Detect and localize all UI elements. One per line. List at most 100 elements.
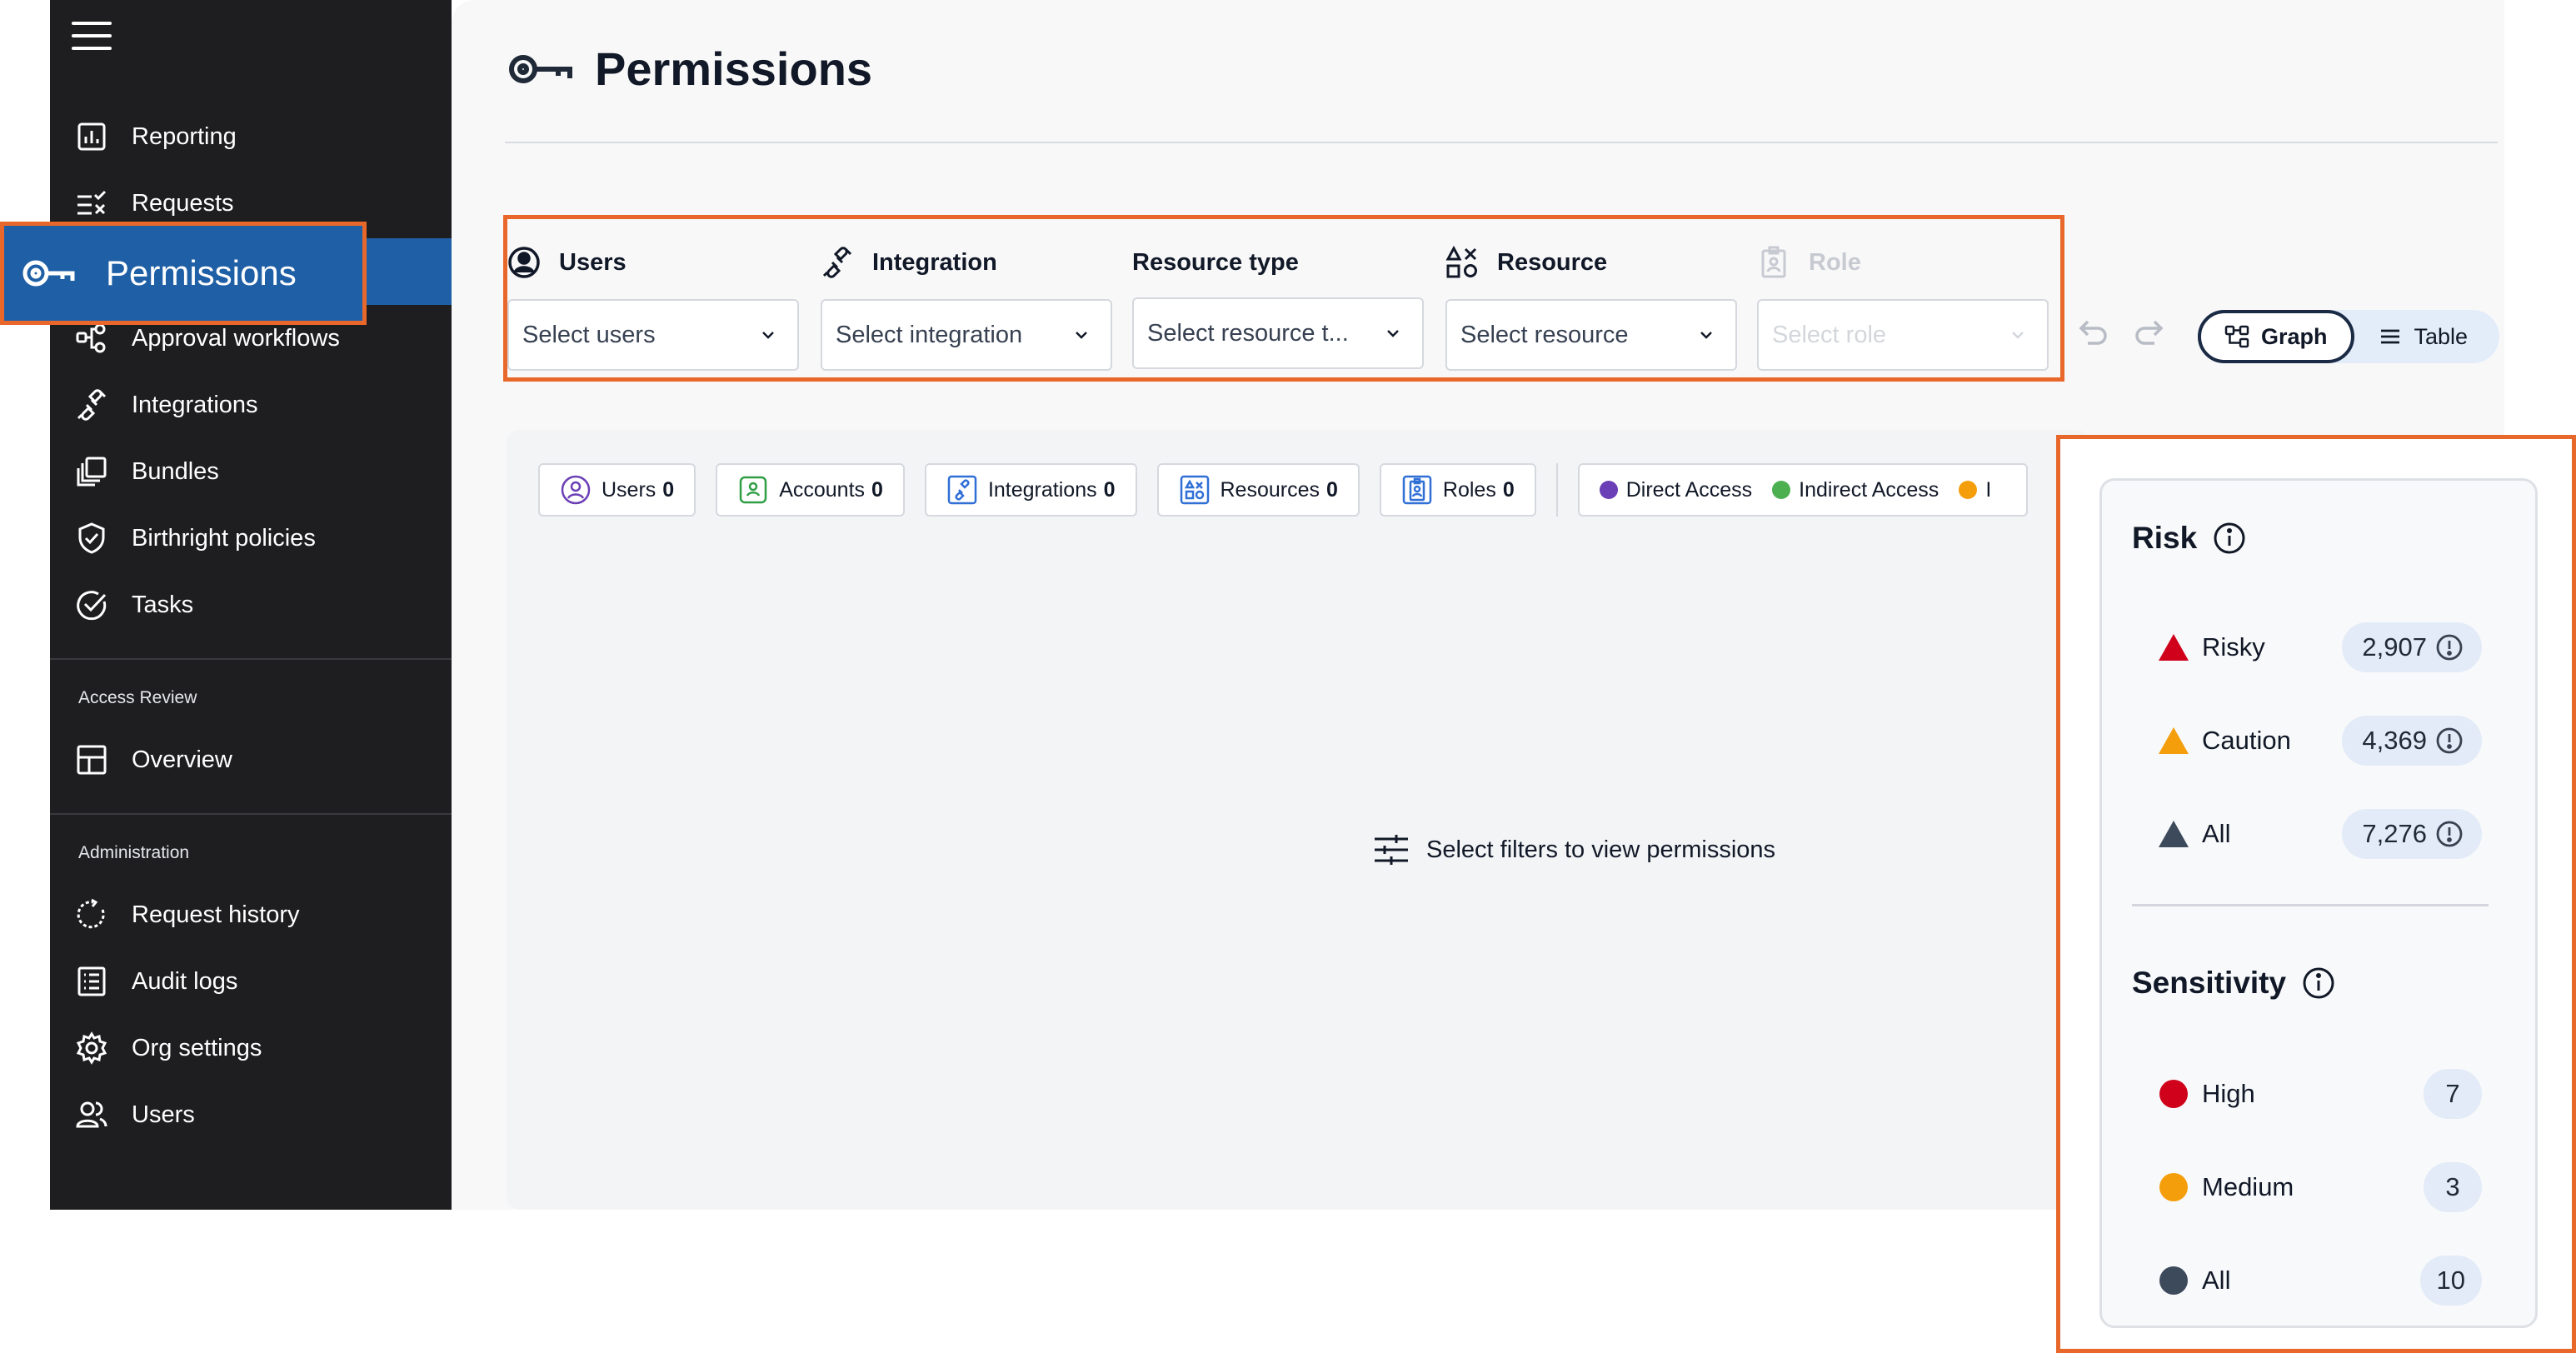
sidebar-item-birthright-policies[interactable]: Birthright policies [50, 513, 452, 563]
sensitivity-count[interactable]: 7 [2424, 1069, 2482, 1119]
page-title: Permissions [595, 42, 873, 95]
filter-users-header: Users [507, 244, 799, 281]
sidebar-item-label: Birthright policies [132, 524, 316, 552]
users-select[interactable]: Select users [507, 299, 799, 371]
sidebar-item-org-settings[interactable]: Org settings [50, 1023, 452, 1073]
info-icon[interactable] [2212, 521, 2247, 556]
filter-label: Resource [1497, 248, 1608, 276]
filter-role-header: Role [1757, 244, 2049, 281]
sidebar-item-users[interactable]: Users [50, 1090, 452, 1140]
sensitivity-count[interactable]: 3 [2424, 1162, 2482, 1212]
role-select[interactable]: Select role [1757, 299, 2049, 371]
chevron-down-icon [762, 332, 774, 339]
redo-icon[interactable] [2131, 315, 2169, 353]
shapes-icon [1180, 475, 1209, 505]
legend-access-label: Indirect Access [1799, 477, 1939, 502]
integration-select[interactable]: Select integration [821, 299, 1112, 371]
id-badge-icon [1402, 475, 1432, 505]
info-icon[interactable] [2301, 966, 2336, 1001]
sidebar: Reporting Requests Approval workflows In… [50, 0, 452, 1210]
filter-resource-type: Resource type Select resource t... [1132, 244, 1424, 369]
undo-icon[interactable] [2073, 315, 2111, 353]
sidebar-item-label: Request history [132, 901, 300, 928]
risk-count-pill[interactable]: 4,369 [2342, 716, 2482, 766]
sensitivity-row-high[interactable]: High 7 [2157, 1069, 2482, 1119]
sidebar-item-reporting[interactable]: Reporting [50, 112, 452, 162]
resource-select[interactable]: Select resource [1445, 299, 1737, 371]
page-header: Permissions [507, 42, 872, 96]
graph-view-label: Graph [2261, 323, 2328, 349]
table-view-button[interactable]: Table [2354, 310, 2492, 363]
header-divider [505, 142, 2498, 143]
account-icon [739, 476, 767, 504]
legend-chip-resources[interactable]: Resources 0 [1156, 463, 1360, 517]
legend-chip-count: 0 [1502, 477, 1515, 502]
panel-divider [2132, 904, 2489, 906]
select-placeholder: Select role [1772, 321, 1887, 348]
plug-icon [947, 475, 977, 505]
legend-chip-accounts[interactable]: Accounts 0 [716, 463, 905, 517]
sidebar-item-label: Org settings [132, 1034, 262, 1061]
sidebar-divider [50, 813, 452, 815]
user-circle-icon [561, 475, 591, 505]
sidebar-item-tasks[interactable]: Tasks [50, 580, 452, 630]
legend-other-access: I [1959, 478, 1991, 502]
legend-access-label: Direct Access [1625, 477, 1753, 502]
table-lines-icon [2380, 329, 2399, 344]
legend-chip-integrations[interactable]: Integrations 0 [924, 463, 1137, 517]
risk-row-caution[interactable]: Caution 4,369 [2157, 716, 2482, 766]
sidebar-item-request-history[interactable]: Request history [50, 890, 452, 940]
risk-label: All [2202, 819, 2231, 848]
filter-sliders-icon [1375, 835, 1408, 865]
filter-integration-header: Integration [821, 244, 1112, 281]
alert-circle-icon [2436, 634, 2463, 661]
risk-row-all[interactable]: All 7,276 [2157, 809, 2482, 859]
checklist-icon [75, 187, 108, 220]
sidebar-item-label: Approval workflows [132, 324, 340, 352]
sidebar-item-permissions-highlight[interactable]: Permissions [0, 222, 367, 325]
filter-label: Integration [872, 248, 997, 276]
sidebar-item-label: Overview [132, 746, 232, 773]
workflow-icon [75, 322, 108, 355]
risk-label: Caution [2202, 726, 2291, 755]
sensitivity-label: High [2202, 1079, 2255, 1108]
list-icon [75, 965, 108, 998]
sidebar-divider [50, 658, 452, 660]
graph-view-button[interactable]: Graph [2198, 310, 2354, 363]
view-toggle: Graph Table [2198, 310, 2499, 363]
direct-access-dot [1599, 481, 1618, 499]
risk-title: Risk [2132, 521, 2247, 556]
resource-type-select[interactable]: Select resource t... [1132, 297, 1424, 369]
risk-count: 7,276 [2362, 819, 2427, 848]
graph-canvas[interactable] [507, 430, 2089, 1210]
sensitivity-row-all[interactable]: All 10 [2157, 1256, 2482, 1306]
alert-circle-icon [2436, 727, 2463, 754]
legend-chip-roles[interactable]: Roles 0 [1379, 463, 1536, 517]
legend-chip-label: Accounts [779, 477, 866, 502]
filter-integration: Integration Select integration [821, 244, 1112, 371]
risk-count-pill[interactable]: 7,276 [2342, 809, 2482, 859]
filter-resource: Resource Select resource [1445, 244, 1737, 371]
hamburger-menu-icon[interactable] [72, 22, 112, 52]
sidebar-item-bundles[interactable]: Bundles [50, 447, 452, 497]
sidebar-item-integrations[interactable]: Integrations [50, 380, 452, 430]
risk-count-pill[interactable]: 2,907 [2342, 622, 2482, 672]
gear-icon [75, 1031, 108, 1065]
sensitivity-row-medium[interactable]: Medium 3 [2157, 1162, 2482, 1212]
legend-chip-users[interactable]: Users 0 [538, 463, 696, 517]
check-circle-icon [75, 588, 108, 622]
sidebar-item-overview[interactable]: Overview [50, 735, 452, 785]
sidebar-item-audit-logs[interactable]: Audit logs [50, 956, 452, 1006]
risk-count: 2,907 [2362, 632, 2427, 662]
sidebar-item-label: Integrations [132, 391, 258, 418]
filter-role: Role Select role [1757, 244, 2049, 371]
sidebar-item-requests[interactable]: Requests [50, 178, 452, 228]
alert-circle-icon [2436, 821, 2463, 847]
select-placeholder: Select users [522, 321, 656, 348]
sidebar-item-label: Permissions [106, 253, 297, 292]
legend-access-types: Direct Access Indirect Access I [1577, 463, 2028, 517]
sensitivity-count[interactable]: 10 [2419, 1256, 2482, 1306]
sensitivity-label: Medium [2202, 1172, 2294, 1201]
legend-divider [1555, 463, 1558, 517]
risk-row-risky[interactable]: Risky 2,907 [2157, 622, 2482, 672]
